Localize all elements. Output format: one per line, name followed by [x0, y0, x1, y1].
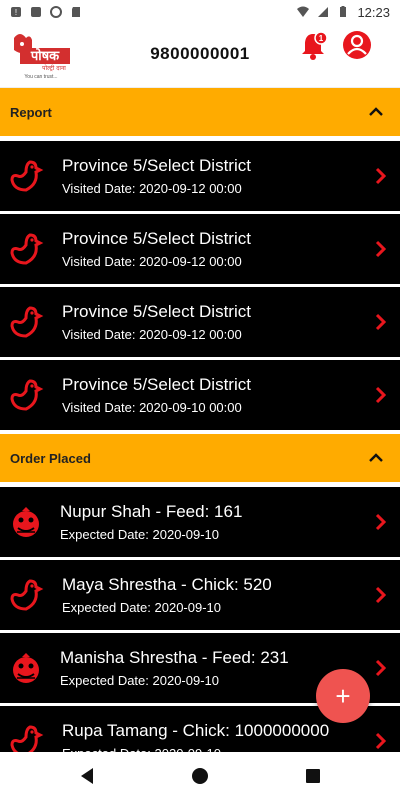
chevron-up-icon[interactable]	[368, 104, 384, 120]
report-list-item[interactable]: Province 5/Select District Visited Date:…	[0, 360, 400, 430]
chicken-icon	[10, 160, 44, 192]
report-visited-date: Visited Date: 2020-09-12 00:00	[62, 327, 242, 342]
report-section-header[interactable]: Report	[0, 88, 400, 136]
chicken-icon	[10, 306, 44, 338]
system-nav-bar	[0, 752, 400, 800]
notification-icon: !	[11, 7, 21, 17]
report-visited-date: Visited Date: 2020-09-10 00:00	[62, 400, 242, 415]
battery-icon	[340, 6, 347, 17]
feed-icon	[13, 653, 39, 683]
order-expected-date: Expected Date: 2020-09-10	[60, 673, 219, 688]
feed-icon	[13, 507, 39, 537]
report-list-item[interactable]: Province 5/Select District Visited Date:…	[0, 214, 400, 284]
chevron-right-icon[interactable]	[374, 240, 386, 258]
app-screen: ! 12:23 पोषक पोल्ट्री दाना You can trust…	[0, 0, 400, 800]
user-phone: 9800000001	[150, 44, 250, 63]
report-title: Province 5/Select District	[62, 229, 251, 248]
report-title: Province 5/Select District	[62, 302, 251, 321]
recents-icon[interactable]	[303, 766, 323, 786]
record-icon	[50, 6, 62, 18]
sd-icon	[72, 7, 80, 17]
chevron-right-icon[interactable]	[374, 659, 386, 677]
chevron-right-icon[interactable]	[374, 386, 386, 404]
sim-icon	[31, 7, 41, 17]
order-list-item[interactable]: Nupur Shah - Feed: 161 Expected Date: 20…	[0, 487, 400, 557]
wifi-icon	[297, 6, 310, 17]
svg-text:पोल्ट्री दाना: पोल्ट्री दाना	[42, 64, 66, 72]
chevron-right-icon[interactable]	[374, 513, 386, 531]
orders-section-label: Order Placed	[10, 450, 91, 466]
svg-text:!: !	[15, 8, 17, 17]
notification-bell-icon[interactable]: 1	[300, 30, 330, 62]
orders-section-header[interactable]: Order Placed	[0, 434, 400, 482]
report-title: Province 5/Select District	[62, 156, 251, 175]
report-list-item[interactable]: Province 5/Select District Visited Date:…	[0, 141, 400, 211]
report-visited-date: Visited Date: 2020-09-12 00:00	[62, 254, 242, 269]
add-fab-button[interactable]: +	[316, 669, 370, 723]
chevron-right-icon[interactable]	[374, 586, 386, 604]
chevron-right-icon[interactable]	[374, 732, 386, 750]
chevron-right-icon[interactable]	[374, 167, 386, 185]
app-bar: पोषक पोल्ट्री दाना You can trust... 9800…	[0, 24, 400, 88]
chicken-icon	[10, 233, 44, 265]
profile-icon[interactable]	[342, 30, 372, 60]
svg-text:You can trust...: You can trust...	[24, 74, 57, 80]
order-title: Nupur Shah - Feed: 161	[60, 502, 243, 521]
order-title: Rupa Tamang - Chick: 1000000000	[62, 721, 330, 740]
order-expected-date: Expected Date: 2020-09-10	[62, 600, 221, 615]
home-icon[interactable]	[190, 766, 210, 786]
status-left: !	[10, 6, 82, 18]
back-icon[interactable]	[78, 766, 98, 786]
order-title: Maya Shrestha - Chick: 520	[62, 575, 272, 594]
report-section-label: Report	[10, 104, 52, 120]
chick-icon	[10, 579, 44, 611]
report-title: Province 5/Select District	[62, 375, 251, 394]
chevron-right-icon[interactable]	[374, 313, 386, 331]
order-expected-date: Expected Date: 2020-09-10	[60, 527, 219, 542]
status-bar: ! 12:23	[0, 0, 400, 24]
svg-text:1: 1	[319, 34, 324, 43]
order-list-item[interactable]: Maya Shrestha - Chick: 520 Expected Date…	[0, 560, 400, 630]
status-time: 12:23	[357, 4, 390, 20]
signal-icon	[318, 7, 329, 17]
status-right: 12:23	[297, 5, 390, 20]
report-visited-date: Visited Date: 2020-09-12 00:00	[62, 181, 242, 196]
chevron-up-icon[interactable]	[368, 450, 384, 466]
chicken-icon	[10, 379, 44, 411]
report-list-item[interactable]: Province 5/Select District Visited Date:…	[0, 287, 400, 357]
order-title: Manisha Shrestha - Feed: 231	[60, 648, 289, 667]
